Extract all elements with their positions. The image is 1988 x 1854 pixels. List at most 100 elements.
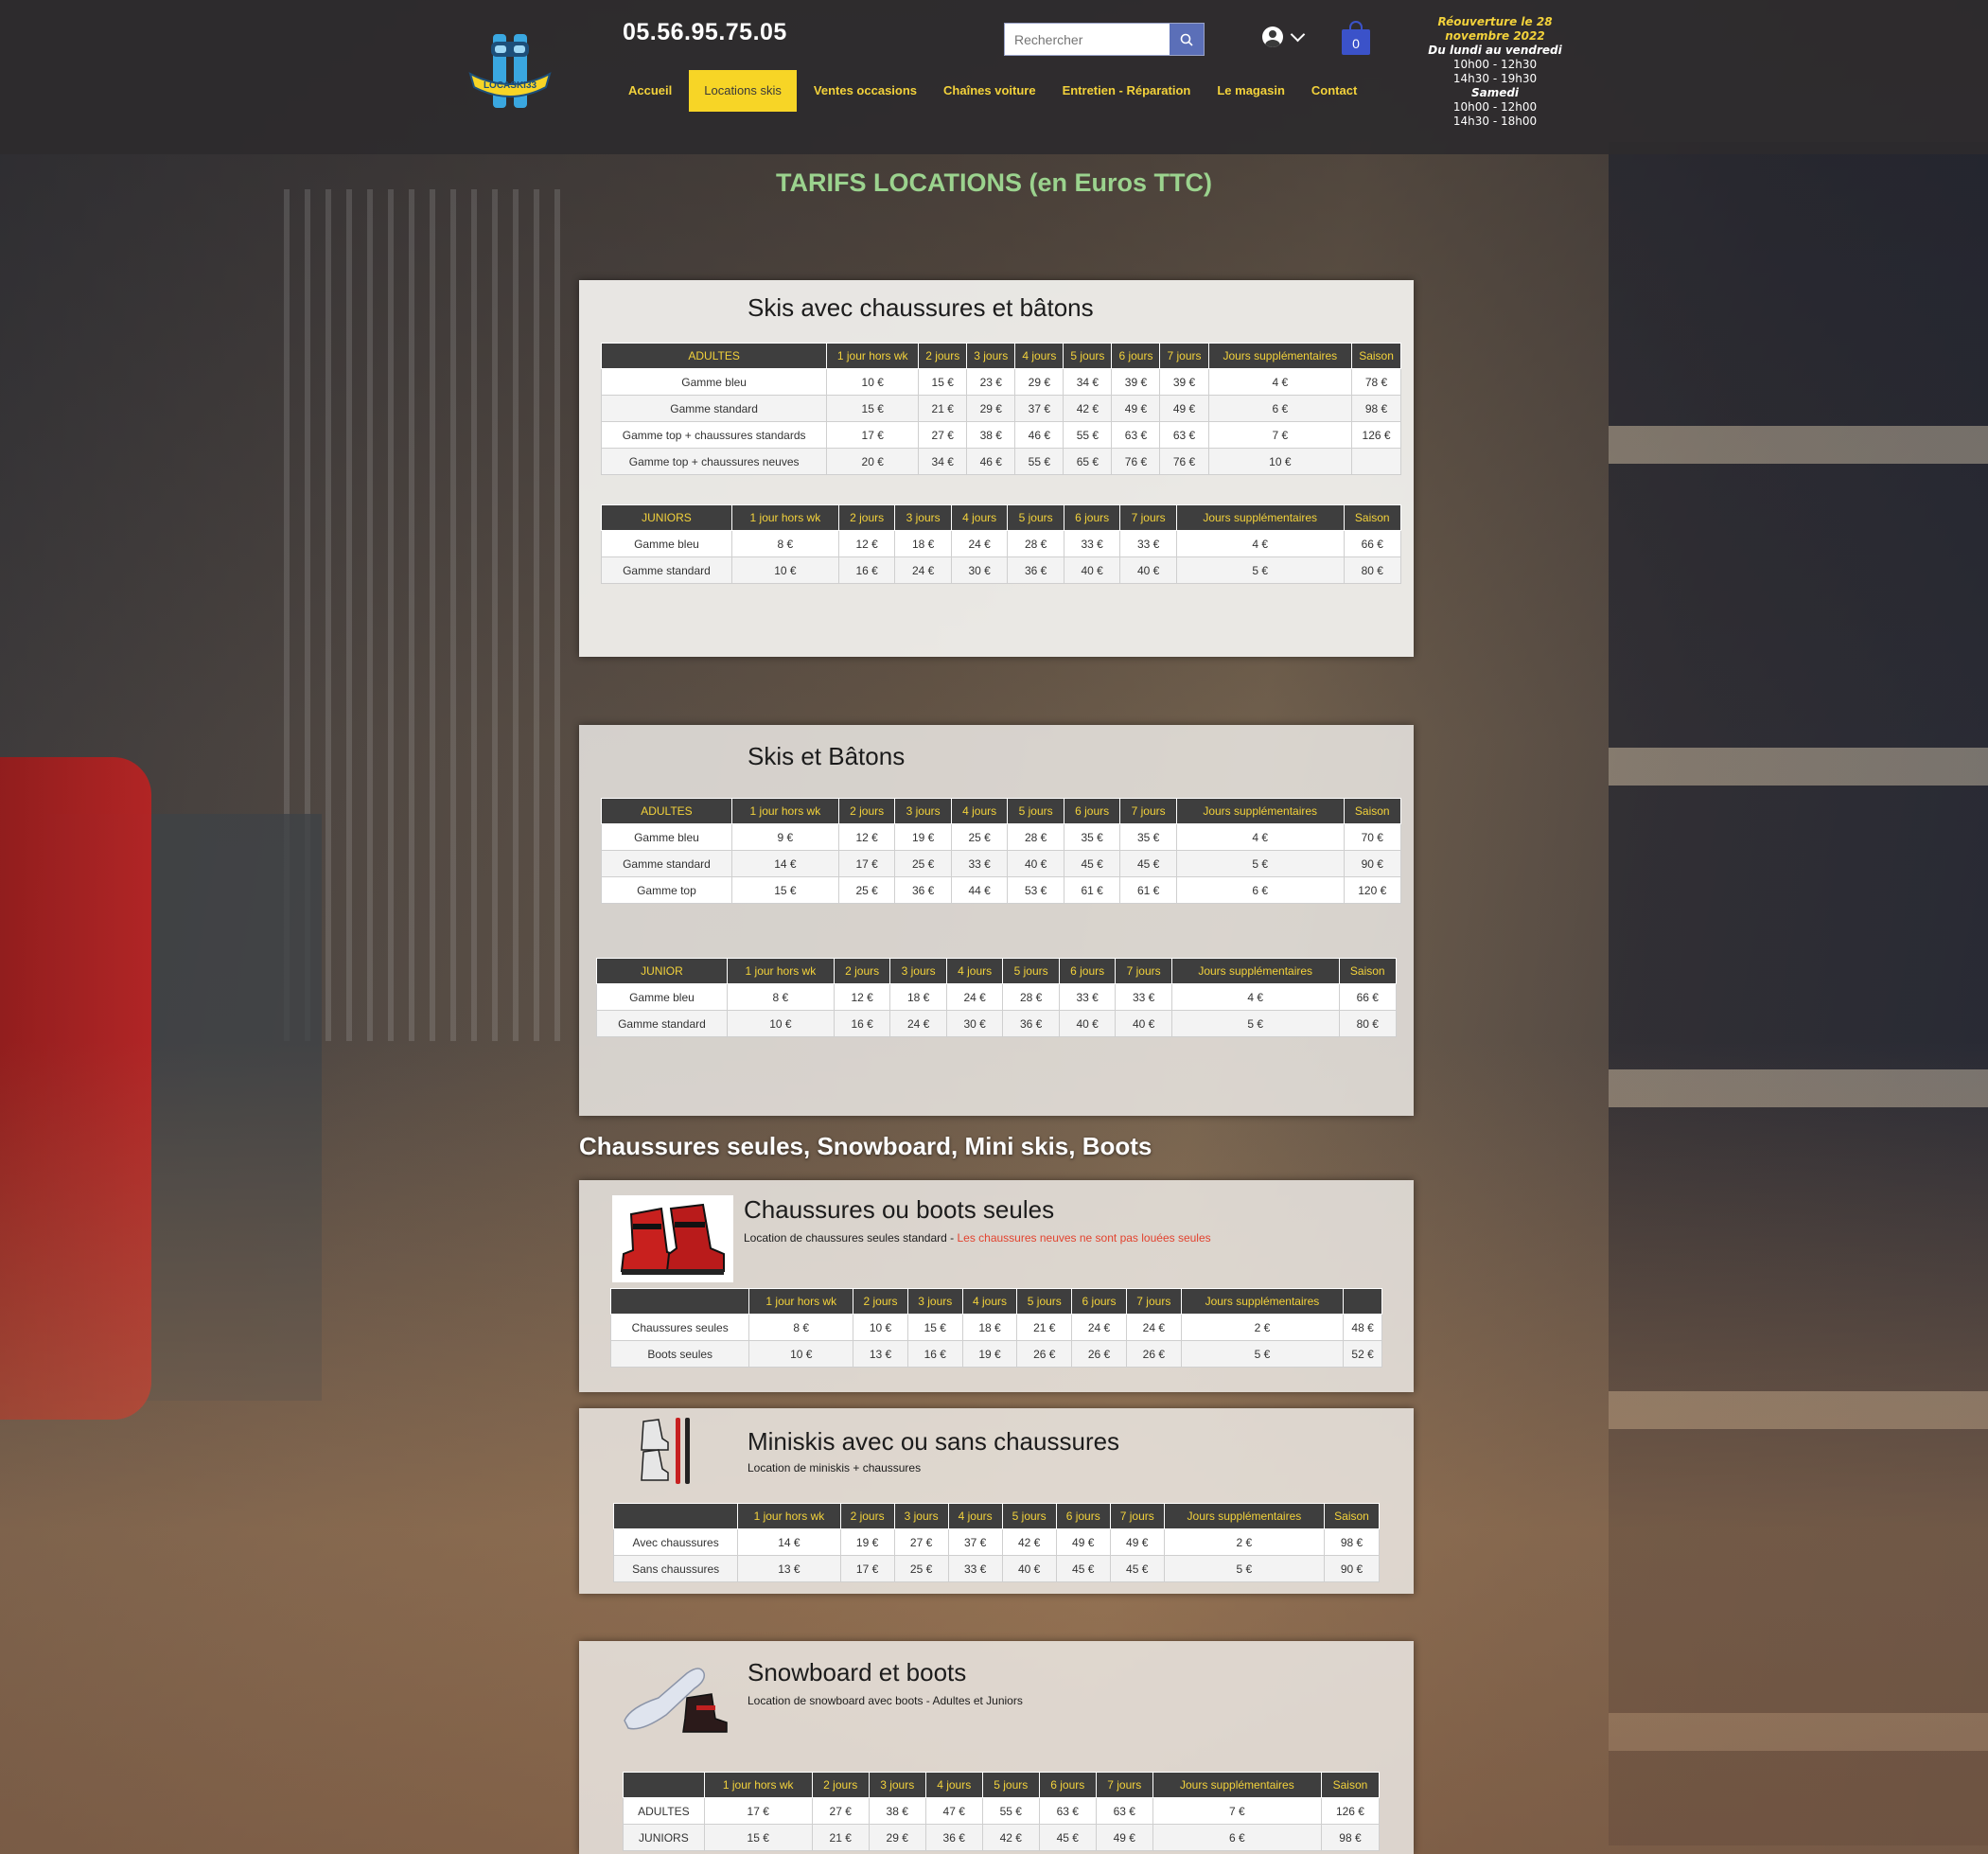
site-logo[interactable]: LOCASKI33 [466,28,554,112]
price-cell: 80 € [1338,1010,1397,1037]
table-juniors: JUNIORS 1 jour hors wk 2 jours 3 jours 4 jou… [601,504,1401,584]
nav-accueil[interactable]: Accueil [615,70,685,112]
table-row: Gamme standard 10 €16 €24 €30 €36 €40 €40… [596,1010,1397,1037]
price-cell: 45 € [1055,1555,1111,1582]
nav-chaines-voiture[interactable]: Chaînes voiture [930,70,1049,112]
column-header: Jours supplémentaires [1175,798,1345,824]
table-adultes: ADULTES 1 jour hors wk 2 jours 3 jours 4 jou… [600,343,1401,475]
cart-icon[interactable]: 0 [1342,21,1370,55]
section-heading: Chaussures seules, Snowboard, Mini skis,… [579,1132,1152,1160]
price-cell: 24 € [889,1010,947,1037]
price-cell: 5 € [1170,1010,1340,1037]
column-header: 4 jours [945,958,1004,984]
column-header: 2 jours [837,504,896,531]
weekday-hours-2: 14h30 - 19h30 [1452,72,1538,85]
price-cell: 24 € [950,530,1009,557]
price-cell: 38 € [868,1797,926,1825]
column-header: Saison [1343,504,1401,531]
column-header: 1 jour hors wk [703,1772,813,1798]
price-cell: 42 € [1001,1528,1057,1556]
price-cell: 25 € [950,823,1009,851]
weekday-hours-1: 10h00 - 12h30 [1452,58,1538,71]
price-cell: 98 € [1320,1824,1381,1851]
table-row: Gamme bleu 10 €15 €23 €29 €34 €39 €39 €4 … [600,368,1401,396]
table-junior: JUNIOR 1 jour hors wk 2 jours 3 jours 4 jour… [596,958,1397,1037]
price-cell: 15 € [918,368,968,396]
column-header: 2 jours [837,798,896,824]
column-header: 7 jours [1109,1503,1165,1529]
row-label-cell: Gamme top + chaussures neuves [600,448,828,475]
table-row: Gamme standard 14 €17 €25 €33 €40 €45 €45… [601,850,1401,877]
panel-snowboard: Snowboard et boots Location de snowboard… [579,1641,1414,1854]
price-cell: 49 € [1109,1528,1165,1556]
saturday-title: Samedi [1470,86,1520,99]
price-cell: 8 € [726,983,835,1011]
nav-le-magasin[interactable]: Le magasin [1204,70,1298,112]
price-cell: 24 € [1071,1314,1127,1341]
price-cell: 35 € [1063,823,1121,851]
column-header: 2 jours [853,1288,908,1315]
column-header: 5 jours [1007,798,1064,824]
price-cell: 14 € [737,1528,841,1556]
price-cell: 17 € [839,1555,895,1582]
search-button[interactable] [1170,24,1204,55]
price-cell: 33 € [1119,530,1177,557]
nav-locations-skis[interactable]: Locations skis [689,70,797,112]
column-header: 1 jour hors wk [748,1288,854,1315]
table-row: Gamme top + chaussures standards 17 €27 €… [600,421,1401,449]
price-cell: 37 € [947,1528,1003,1556]
price-cell: 8 € [748,1314,854,1341]
column-header: 7 jours [1159,343,1209,369]
table-header-row: ADULTES 1 jour hors wk 2 jours 3 jours 4 jou… [600,343,1401,369]
price-cell: 61 € [1119,876,1177,904]
price-cell: 33 € [1058,983,1117,1011]
table-row: Gamme bleu 8 €12 €18 €24 €28 €33 €33 €4 €… [601,530,1401,557]
row-label-cell: Gamme standard [601,850,732,877]
price-cell: 28 € [1002,983,1060,1011]
price-cell: 5 € [1163,1555,1326,1582]
price-cell: 29 € [1014,368,1064,396]
table-row: Boots seules 10 €13 €16 €19 €26 €26 €26 €… [609,1340,1382,1368]
column-header: 4 jours [924,1772,983,1798]
column-header: 2 jours [839,1503,895,1529]
price-cell: 10 € [1207,448,1353,475]
row-label-cell: JUNIORS [623,1824,705,1851]
column-header: Jours supplémentaires [1180,1288,1345,1315]
price-cell: 4 € [1170,983,1340,1011]
nav-contact[interactable]: Contact [1298,70,1370,112]
price-cell: 15 € [730,876,839,904]
row-label-cell: Boots seules [609,1340,750,1368]
page-title: TARIFS LOCATIONS (en Euros TTC) [776,168,1212,197]
column-header: 5 jours [1001,1503,1057,1529]
column-header: 6 jours [1111,343,1161,369]
price-cell: 45 € [1038,1824,1097,1851]
column-header-category: JUNIOR [596,958,728,984]
account-menu[interactable] [1262,26,1306,47]
user-icon[interactable] [1262,26,1283,47]
price-cell: 34 € [918,448,968,475]
column-header: 7 jours [1119,504,1177,531]
weekday-title: Du lundi au vendredi [1428,44,1562,57]
price-cell: 120 € [1343,876,1401,904]
price-cell: 19 € [839,1528,895,1556]
price-cell: 17 € [837,850,896,877]
nav-entretien-reparation[interactable]: Entretien - Réparation [1049,70,1205,112]
saturday-hours-1: 10h00 - 12h00 [1452,100,1538,114]
price-cell: 24 € [1125,1314,1182,1341]
price-cell: 29 € [966,395,1016,422]
price-cell: 33 € [1063,530,1121,557]
search-input[interactable] [1005,24,1166,55]
price-cell: 6 € [1152,1824,1322,1851]
price-cell: 36 € [894,876,952,904]
price-cell: 65 € [1063,448,1113,475]
row-label-cell: Gamme standard [600,395,828,422]
price-cell: 21 € [918,395,968,422]
column-header: 1 jour hors wk [726,958,835,984]
chevron-down-icon[interactable] [1290,26,1306,43]
table-snowboard: 1 jour hors wk 2 jours 3 jours 4 jours 5 jou… [623,1772,1381,1851]
column-header: 5 jours [1002,958,1060,984]
nav-ventes-occasions[interactable]: Ventes occasions [800,70,930,112]
table-row: Gamme top 15 €25 €36 €44 €53 €61 €61 €6 €… [601,876,1401,904]
price-cell: 33 € [947,1555,1003,1582]
row-label-cell: Gamme top [601,876,732,904]
